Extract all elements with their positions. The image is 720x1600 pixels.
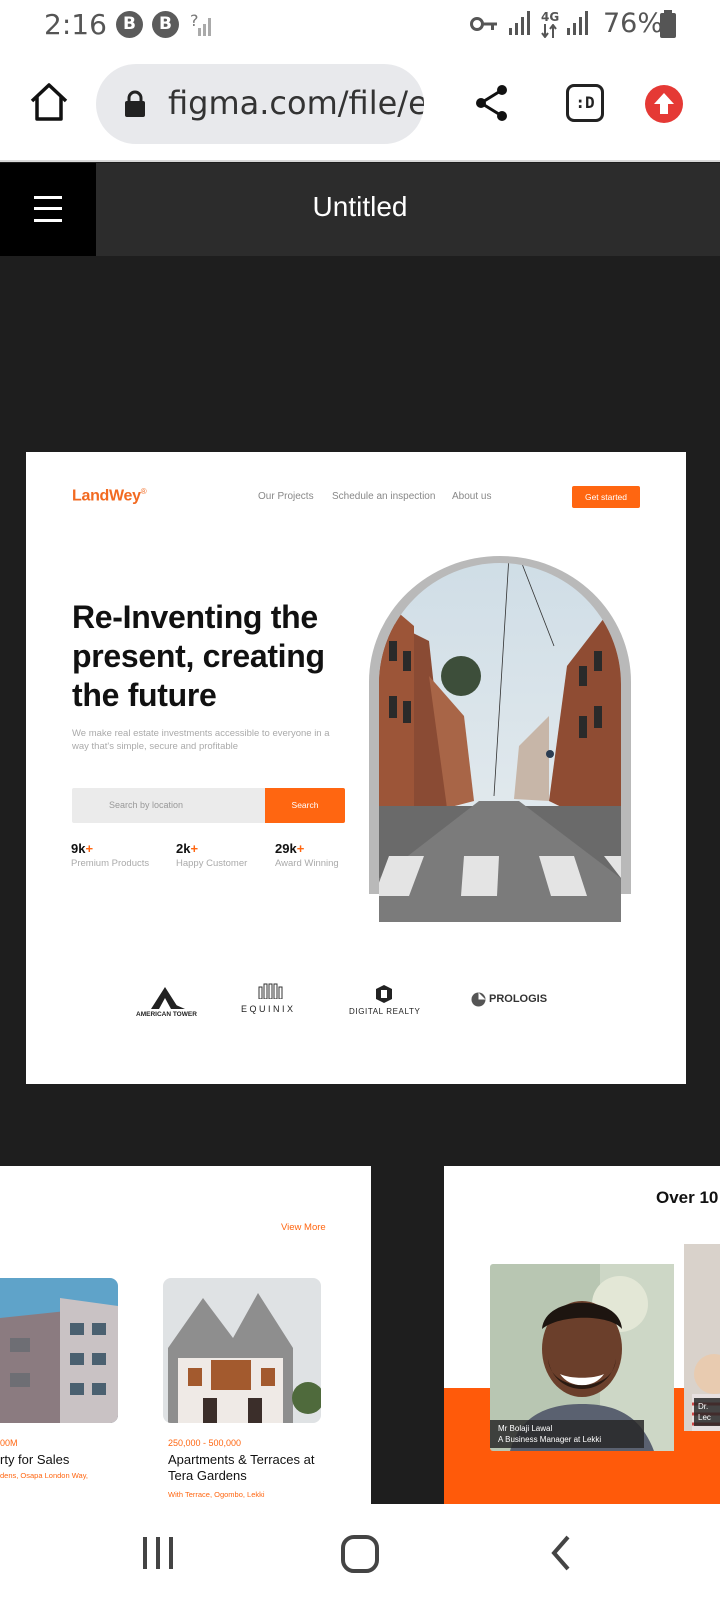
url-text: figma.com/file/e xyxy=(168,84,424,122)
network-type: 4G xyxy=(541,10,560,24)
signal-icon xyxy=(567,11,588,35)
stat-value: 9k+ xyxy=(71,841,94,856)
share-icon[interactable] xyxy=(474,84,510,122)
hero-subtitle: We make real estate investments accessib… xyxy=(72,728,330,752)
search-button[interactable]: Search xyxy=(265,788,345,823)
listing-price: 00M xyxy=(0,1438,18,1448)
figma-canvas[interactable]: LandWey® Our Projects Schedule an inspec… xyxy=(0,256,720,1504)
svg-text:?: ? xyxy=(190,11,199,30)
nav-our-projects[interactable]: Our Projects xyxy=(258,491,314,502)
browser-toolbar: figma.com/file/e :D xyxy=(0,50,720,162)
testimonials-heading: Over 10 xyxy=(656,1188,719,1207)
notification-b-icon: B xyxy=(152,11,179,38)
landing-frame[interactable]: LandWey® Our Projects Schedule an inspec… xyxy=(26,452,686,1084)
status-time: 2:16 xyxy=(44,8,107,41)
listing-price: 250,000 - 500,000 xyxy=(168,1438,242,1448)
hero-title: Re-Inventing the present, creating the f… xyxy=(72,599,325,713)
stat-label: Premium Products xyxy=(71,858,150,869)
arrow-up-icon xyxy=(654,93,674,114)
partner-american-tower: AMERICAN TOWER xyxy=(136,1011,197,1018)
testimonials-frame[interactable]: Over 10 Mr Bolaji Lawal A Business Manag… xyxy=(444,1166,720,1504)
signal-icon xyxy=(509,11,530,35)
prologis-logo-icon xyxy=(471,992,486,1007)
recent-apps-icon[interactable] xyxy=(140,1534,176,1570)
hero-street-image xyxy=(369,556,631,922)
listing-address: With Terrace, Ogombo, Lekki xyxy=(168,1490,265,1499)
nav-about-us[interactable]: About us xyxy=(452,491,491,502)
partner-digital-realty: DIGITAL REALTY xyxy=(349,1007,421,1016)
american-tower-logo xyxy=(151,987,185,1009)
listing-title: rty for Sales xyxy=(0,1452,70,1467)
search-placeholder: Search by location xyxy=(109,800,184,810)
digital-realty-logo-icon xyxy=(376,985,392,1003)
listing-address: dens, Osapa London Way, xyxy=(0,1471,88,1480)
partner-prologis: PROLOGIS xyxy=(489,993,548,1005)
home-icon[interactable] xyxy=(28,81,70,123)
listing-title: Tera Gardens xyxy=(168,1468,247,1483)
stat-label: Happy Customer xyxy=(176,858,248,869)
stat-value: 2k+ xyxy=(176,841,199,856)
equinix-logo-icon xyxy=(258,983,283,999)
vpn-key-icon xyxy=(470,17,497,31)
file-title[interactable]: Untitled xyxy=(260,191,460,223)
landwey-logo: LandWey® xyxy=(72,487,147,505)
system-nav-bar xyxy=(0,1504,720,1600)
lock-icon xyxy=(125,90,145,117)
back-icon[interactable] xyxy=(550,1534,572,1572)
listing-title: Apartments & Terraces at xyxy=(168,1452,315,1467)
view-more-link[interactable]: View More xyxy=(281,1222,326,1233)
address-bar[interactable]: figma.com/file/e xyxy=(96,64,424,144)
person-role: A Business Manager at Lekki xyxy=(498,1435,602,1444)
person-name: Mr Bolaji Lawal xyxy=(498,1424,553,1433)
data-arrows-icon xyxy=(541,24,557,38)
figma-toolbar: Untitled xyxy=(0,163,720,256)
status-bar: 2:16 B B ? 4G 76% xyxy=(0,0,720,50)
nav-schedule-inspection[interactable]: Schedule an inspection xyxy=(332,491,435,502)
menu-button[interactable] xyxy=(0,163,96,256)
get-started-button[interactable]: Get started xyxy=(572,486,640,508)
stat-value: 29k+ xyxy=(275,841,305,856)
notification-b-icon: B xyxy=(116,11,143,38)
listing-image-apartment xyxy=(0,1278,118,1423)
tab-switcher-button[interactable]: :D xyxy=(566,84,604,122)
testimonial-caption-partial: Dr. Lec xyxy=(694,1398,720,1426)
upgrade-button[interactable] xyxy=(645,85,683,123)
partner-equinix: EQUINIX xyxy=(241,1004,296,1014)
home-nav-icon[interactable] xyxy=(340,1534,380,1574)
location-search-input[interactable]: Search by location xyxy=(72,788,266,823)
battery-icon xyxy=(660,10,676,38)
testimonial-caption: Mr Bolaji Lawal A Business Manager at Le… xyxy=(490,1420,644,1448)
stat-label: Award Winning xyxy=(275,858,339,869)
listings-frame[interactable]: View More 00M rty for Sales dens, Osapa … xyxy=(0,1166,371,1504)
listing-image-terraces xyxy=(163,1278,321,1423)
signal-weak-icon: ? xyxy=(190,11,211,36)
battery-percent: 76% xyxy=(603,8,664,39)
